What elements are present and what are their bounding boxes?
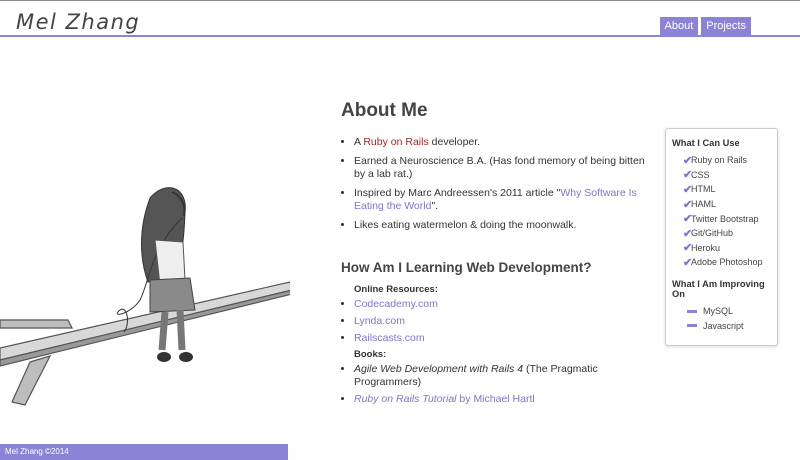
dash-icon: [687, 309, 697, 313]
fact-item: Likes eating watermelon & doing the moon…: [354, 219, 656, 232]
learning-title: How Am I Learning Web Development?: [341, 260, 592, 275]
improving-item: Javascript: [672, 318, 771, 333]
resource-item: Railscasts.com: [354, 332, 656, 345]
main-content: About Me A Ruby on Rails developer. Earn…: [341, 100, 656, 410]
online-resources-label: Online Resources:: [354, 284, 438, 295]
improving-list: MySQL Javascript: [672, 304, 771, 333]
fact-item: Inspired by Marc Andreessen's 2011 artic…: [354, 187, 656, 213]
girl-skirt: [149, 277, 196, 313]
dash-icon: [687, 324, 697, 328]
skill-item: ✔ Ruby on Rails: [672, 153, 771, 168]
girl-on-seesaw-illustration: [0, 187, 290, 406]
skill-item: ✔ Twitter Bootstrap: [672, 211, 771, 226]
resource-item: Lynda.com: [354, 315, 656, 328]
nav-projects[interactable]: Projects: [701, 17, 751, 36]
codecademy-link[interactable]: Codecademy.com: [354, 298, 438, 310]
books-list: Agile Web Development with Rails 4 (The …: [341, 363, 656, 406]
book-author-link[interactable]: by Michael Hartl: [457, 393, 534, 405]
skill-item: ✔ HAML: [672, 197, 771, 212]
book-title-link[interactable]: Ruby on Rails Tutorial: [354, 393, 457, 405]
skill-item: ✔ Heroku: [672, 241, 771, 256]
top-border: [0, 0, 800, 1]
fact-item: Earned a Neuroscience B.A. (Has fond mem…: [354, 155, 656, 181]
skill-item: ✔ Adobe Photoshop: [672, 255, 771, 270]
book-item: Ruby on Rails Tutorial by Michael Hartl: [354, 393, 656, 406]
improving-item: MySQL: [672, 304, 771, 319]
about-title: About Me: [341, 100, 428, 121]
skill-item: ✔ HTML: [672, 182, 771, 197]
check-icon: ✔: [683, 154, 693, 167]
ruby-on-rails-text: Ruby on Rails: [363, 136, 429, 148]
check-icon: ✔: [683, 256, 693, 269]
check-icon: ✔: [683, 213, 693, 226]
skill-item: ✔ CSS: [672, 168, 771, 183]
footer: Mel Zhang ©2014: [0, 444, 288, 460]
check-icon: ✔: [683, 183, 693, 196]
book-item: Agile Web Development with Rails 4 (The …: [354, 363, 656, 389]
girl-shoe-left: [157, 352, 171, 362]
skill-item: ✔ Git/GitHub: [672, 226, 771, 241]
books-label: Books:: [354, 349, 387, 360]
top-nav: About Projects: [659, 17, 751, 36]
lynda-link[interactable]: Lynda.com: [354, 315, 405, 327]
site-brand: Mel Zhang: [16, 10, 141, 34]
check-icon: ✔: [683, 169, 693, 182]
girl-shoe-right: [179, 352, 193, 362]
about-facts-list: A Ruby on Rails developer. Earned a Neur…: [341, 136, 656, 232]
online-resources-list: Codecademy.com Lynda.com Railscasts.com: [341, 298, 656, 345]
check-icon: ✔: [683, 242, 693, 255]
nav-about[interactable]: About: [659, 17, 699, 36]
can-use-title: What I Can Use: [672, 138, 740, 148]
railscasts-link[interactable]: Railscasts.com: [354, 332, 425, 344]
can-use-list: ✔ Ruby on Rails ✔ CSS ✔ HTML ✔ HAML ✔ Twitter…: [672, 153, 771, 270]
check-icon: ✔: [683, 227, 693, 240]
check-icon: ✔: [683, 198, 693, 211]
resource-item: Codecademy.com: [354, 298, 656, 311]
girl-figure: [117, 187, 196, 362]
improving-title: What I Am Improving On: [672, 278, 765, 299]
skills-sidebar: What I Can Use ✔ Ruby on Rails ✔ CSS ✔ HTML…: [665, 128, 778, 346]
book-title: Agile Web Development with Rails 4: [354, 363, 524, 375]
fact-item: A Ruby on Rails developer.: [354, 136, 656, 149]
